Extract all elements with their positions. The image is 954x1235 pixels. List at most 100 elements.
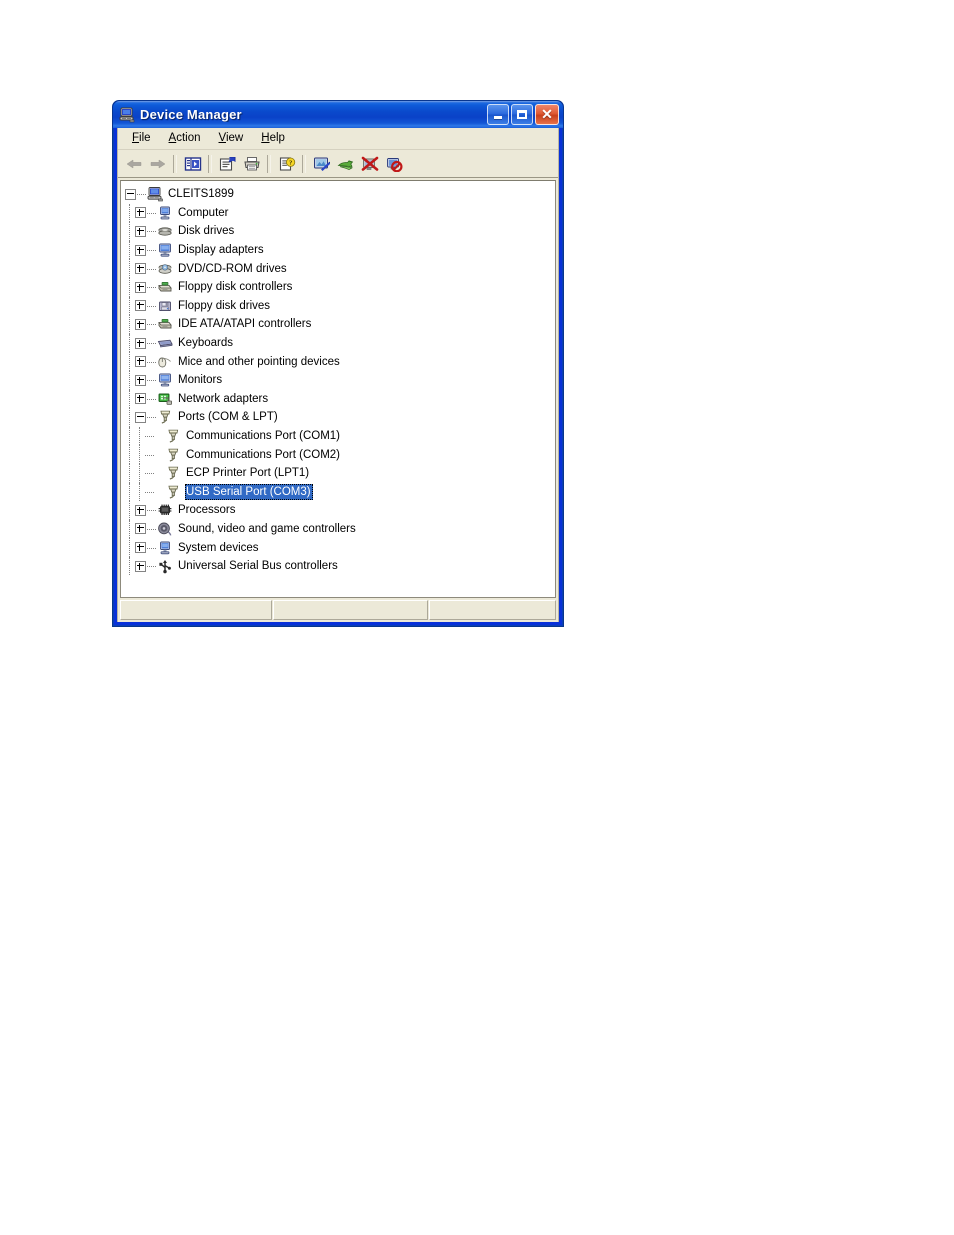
tree-item-label: Processors bbox=[178, 504, 236, 517]
tree-item-label: Floppy disk drives bbox=[178, 299, 271, 312]
expand-button[interactable] bbox=[135, 318, 146, 330]
tree-item-label: Sound, video and game controllers bbox=[178, 522, 356, 535]
tree-connector bbox=[147, 501, 157, 520]
tree-item[interactable]: Monitors bbox=[125, 370, 555, 390]
tree-item[interactable]: Floppy disk drives bbox=[125, 296, 555, 316]
tree-item[interactable]: USB Serial Port (COM3) bbox=[125, 482, 555, 502]
update-driver-icon[interactable] bbox=[310, 153, 333, 175]
system-device-icon bbox=[157, 540, 173, 556]
tree-item[interactable]: Universal Serial Bus controllers bbox=[125, 556, 555, 576]
tree-guide-line bbox=[135, 463, 145, 483]
menu-file-rest: ile bbox=[139, 132, 151, 144]
expand-button[interactable] bbox=[135, 542, 146, 554]
menu-view[interactable]: View bbox=[210, 130, 253, 147]
tree-connector bbox=[147, 408, 157, 427]
expand-button[interactable] bbox=[135, 207, 146, 219]
print-icon[interactable] bbox=[240, 153, 263, 175]
tree-item[interactable]: Keyboards bbox=[125, 333, 555, 353]
keyboard-icon bbox=[157, 335, 173, 351]
tree-item[interactable]: System devices bbox=[125, 538, 555, 557]
expand-button[interactable] bbox=[135, 393, 146, 405]
tree-item[interactable]: Floppy disk controllers bbox=[125, 277, 555, 297]
tree-guide-line bbox=[125, 315, 135, 334]
tree-item[interactable]: Communications Port (COM2) bbox=[125, 445, 555, 464]
tree-guide-line bbox=[125, 426, 135, 446]
tree-item[interactable]: Display adapters bbox=[125, 240, 555, 260]
tree-item[interactable]: Mice and other pointing devices bbox=[125, 352, 555, 371]
disable-device-icon[interactable] bbox=[358, 153, 381, 175]
menu-help-rest: elp bbox=[269, 132, 285, 144]
tree-item[interactable]: CLEITS1899 bbox=[125, 185, 555, 204]
minimize-button[interactable] bbox=[487, 104, 509, 125]
window-client-area: File Action View Help ? CLEITS1899 Compu… bbox=[117, 128, 559, 622]
tree-guide-line bbox=[125, 370, 135, 390]
expand-button[interactable] bbox=[135, 523, 146, 535]
collapse-button[interactable] bbox=[135, 411, 146, 423]
tree-item[interactable]: IDE ATA/ATAPI controllers bbox=[125, 315, 555, 334]
tree-item[interactable]: DVD/CD-ROM drives bbox=[125, 259, 555, 278]
tree-item[interactable]: Disk drives bbox=[125, 222, 555, 241]
tree-item-label: System devices bbox=[178, 541, 259, 554]
tree-guide-line bbox=[125, 463, 135, 483]
expand-button[interactable] bbox=[135, 263, 146, 275]
menu-file[interactable]: File bbox=[123, 130, 160, 147]
menu-view-label: V bbox=[218, 132, 226, 144]
back-arrow-icon[interactable] bbox=[122, 153, 145, 175]
computer-icon bbox=[119, 107, 135, 123]
menu-help[interactable]: Help bbox=[252, 130, 294, 147]
tree-connector bbox=[147, 222, 157, 241]
tree-guide-line bbox=[125, 519, 135, 539]
tree-guide-line bbox=[125, 501, 135, 520]
menu-action[interactable]: Action bbox=[160, 130, 210, 147]
maximize-button[interactable] bbox=[511, 104, 533, 125]
title-bar[interactable]: Device Manager ✕ bbox=[113, 101, 563, 128]
tree-item-label: Mice and other pointing devices bbox=[178, 355, 340, 368]
help-icon[interactable]: ? bbox=[275, 153, 298, 175]
tree-item[interactable]: Network adapters bbox=[125, 389, 555, 409]
expand-button[interactable] bbox=[135, 300, 146, 312]
expand-button[interactable] bbox=[135, 356, 146, 368]
expand-button[interactable] bbox=[135, 225, 146, 237]
tree-guide-line bbox=[125, 408, 135, 427]
device-tree-pane[interactable]: CLEITS1899 Computer Disk drives Display ada… bbox=[120, 180, 556, 598]
monitor-icon bbox=[157, 372, 173, 388]
expand-button[interactable] bbox=[135, 504, 146, 516]
window-controls: ✕ bbox=[487, 104, 559, 125]
properties-icon[interactable] bbox=[216, 153, 239, 175]
scan-hardware-changes-icon[interactable] bbox=[334, 153, 357, 175]
expand-button[interactable] bbox=[135, 374, 146, 386]
tree-connector bbox=[147, 204, 157, 223]
tree-item[interactable]: Computer bbox=[125, 203, 555, 223]
port-icon bbox=[165, 447, 181, 463]
tree-guide-line bbox=[125, 240, 135, 260]
tree-connector bbox=[147, 278, 157, 297]
tree-item[interactable]: ECP Printer Port (LPT1) bbox=[125, 463, 555, 483]
uninstall-device-icon[interactable] bbox=[382, 153, 405, 175]
expand-button[interactable] bbox=[135, 281, 146, 293]
toolbar-separator bbox=[302, 154, 306, 173]
show-hide-console-tree-icon[interactable] bbox=[181, 153, 204, 175]
tree-item[interactable]: Communications Port (COM1) bbox=[125, 426, 555, 446]
status-pane-3 bbox=[429, 600, 556, 620]
tree-item[interactable]: Sound, video and game controllers bbox=[125, 519, 555, 539]
tree-item[interactable]: Ports (COM & LPT) bbox=[125, 408, 555, 427]
tree-connector bbox=[147, 352, 157, 371]
usb-icon bbox=[157, 558, 173, 574]
tree-item-label: DVD/CD-ROM drives bbox=[178, 262, 287, 275]
expand-button[interactable] bbox=[135, 560, 146, 572]
computer-icon bbox=[147, 186, 163, 202]
tree-connector bbox=[147, 371, 157, 390]
toolbar-separator bbox=[267, 154, 271, 173]
tree-item-label: Universal Serial Bus controllers bbox=[178, 560, 338, 573]
tree-item[interactable]: Processors bbox=[125, 501, 555, 520]
expand-button[interactable] bbox=[135, 337, 146, 349]
tree-item-label: Display adapters bbox=[178, 244, 264, 257]
close-button[interactable]: ✕ bbox=[535, 104, 559, 125]
collapse-button[interactable] bbox=[125, 188, 136, 200]
port-icon bbox=[157, 409, 173, 425]
tree-connector bbox=[137, 185, 147, 204]
menu-file-label: F bbox=[132, 132, 140, 144]
expand-button[interactable] bbox=[135, 244, 146, 256]
window-title: Device Manager bbox=[140, 107, 242, 122]
forward-arrow-icon[interactable] bbox=[146, 153, 169, 175]
